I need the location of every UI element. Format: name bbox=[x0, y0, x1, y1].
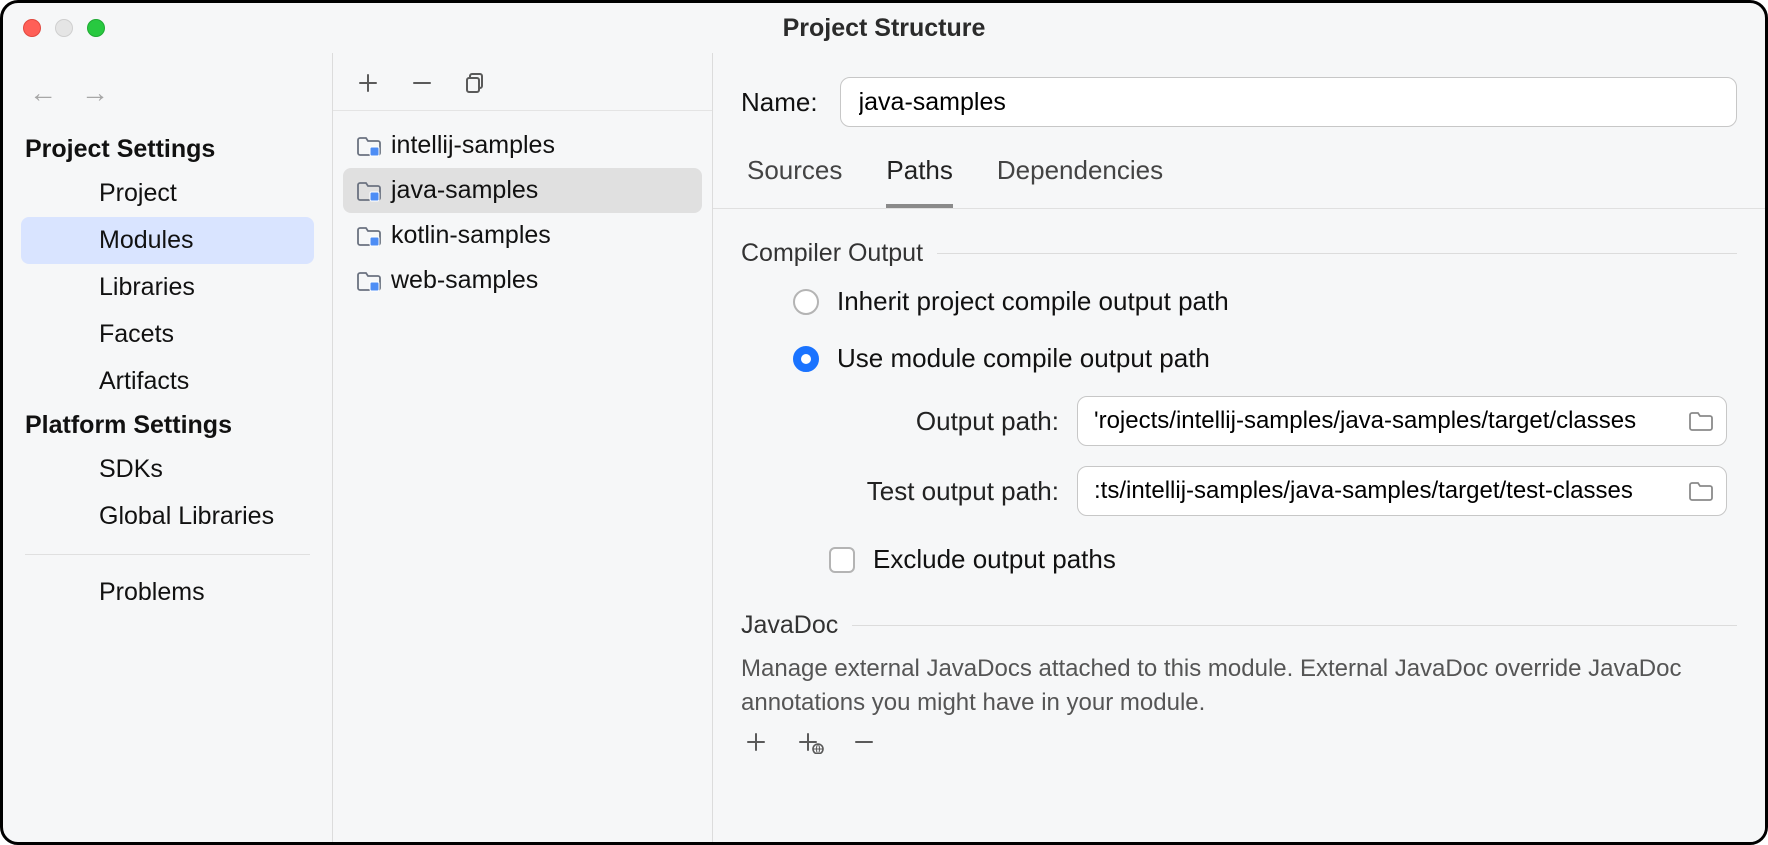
sidebar-item-sdks[interactable]: SDKs bbox=[21, 446, 314, 493]
module-folder-icon bbox=[357, 180, 381, 202]
titlebar: Project Structure bbox=[3, 3, 1765, 53]
window-controls bbox=[23, 19, 105, 37]
divider bbox=[937, 253, 1737, 254]
project-structure-window: Project Structure ← → Project Settings P… bbox=[0, 0, 1768, 845]
use-module-radio-row[interactable]: Use module compile output path bbox=[741, 325, 1737, 382]
module-item-label: kotlin-samples bbox=[391, 221, 551, 250]
remove-module-button[interactable] bbox=[407, 68, 437, 98]
sidebar-item-global-libraries[interactable]: Global Libraries bbox=[21, 493, 314, 540]
javadoc-description: Manage external JavaDocs attached to thi… bbox=[713, 640, 1765, 719]
checkbox-unchecked-icon bbox=[829, 547, 855, 573]
add-module-button[interactable] bbox=[353, 68, 383, 98]
javadoc-toolbar bbox=[713, 719, 1765, 757]
platform-settings-header: Platform Settings bbox=[3, 405, 332, 446]
exclude-checkbox-label: Exclude output paths bbox=[873, 544, 1116, 575]
javadoc-group: JavaDoc bbox=[741, 611, 1737, 640]
sidebar-item-facets[interactable]: Facets bbox=[21, 311, 314, 358]
exclude-checkbox-row[interactable]: Exclude output paths bbox=[741, 522, 1737, 581]
output-path-input-wrap bbox=[1077, 396, 1727, 446]
sidebar-item-modules[interactable]: Modules bbox=[21, 217, 314, 264]
sidebar-item-artifacts[interactable]: Artifacts bbox=[21, 358, 314, 405]
back-arrow-icon[interactable]: ← bbox=[29, 79, 57, 107]
modules-toolbar bbox=[333, 53, 712, 111]
nav-history: ← → bbox=[3, 61, 332, 129]
use-module-radio-label: Use module compile output path bbox=[837, 343, 1210, 374]
compiler-output-title: Compiler Output bbox=[741, 239, 937, 268]
sidebar-item-problems[interactable]: Problems bbox=[21, 569, 314, 616]
radio-unchecked-icon bbox=[793, 289, 819, 315]
modules-list: intellij-samples java-samples kotlin-sam… bbox=[333, 111, 712, 842]
module-item-label: intellij-samples bbox=[391, 131, 555, 160]
forward-arrow-icon[interactable]: → bbox=[81, 79, 109, 107]
settings-sidebar: ← → Project Settings Project Modules Lib… bbox=[3, 53, 333, 842]
compiler-output-group: Compiler Output Inherit project compile … bbox=[741, 239, 1737, 581]
test-output-path-label: Test output path: bbox=[829, 476, 1059, 507]
radio-checked-icon bbox=[793, 346, 819, 372]
minimize-window-button[interactable] bbox=[55, 19, 73, 37]
dialog-body: ← → Project Settings Project Modules Lib… bbox=[3, 53, 1765, 842]
module-item-intellij-samples[interactable]: intellij-samples bbox=[343, 123, 702, 168]
module-folder-icon bbox=[357, 135, 381, 157]
javadoc-title: JavaDoc bbox=[741, 611, 852, 640]
inherit-radio-label: Inherit project compile output path bbox=[837, 286, 1229, 317]
module-detail-panel: Name: Sources Paths Dependencies Compile… bbox=[713, 53, 1765, 842]
module-item-web-samples[interactable]: web-samples bbox=[343, 258, 702, 303]
copy-module-button[interactable] bbox=[461, 68, 491, 98]
add-javadoc-url-button[interactable] bbox=[795, 727, 825, 757]
test-output-path-row: Test output path: bbox=[741, 452, 1737, 522]
window-title: Project Structure bbox=[3, 14, 1765, 43]
module-name-input[interactable] bbox=[840, 77, 1737, 127]
tab-sources[interactable]: Sources bbox=[747, 155, 842, 208]
module-item-java-samples[interactable]: java-samples bbox=[343, 168, 702, 213]
output-path-label: Output path: bbox=[829, 406, 1059, 437]
module-item-kotlin-samples[interactable]: kotlin-samples bbox=[343, 213, 702, 258]
output-path-input[interactable] bbox=[1094, 407, 1688, 435]
remove-javadoc-button[interactable] bbox=[849, 727, 879, 757]
module-item-label: java-samples bbox=[391, 176, 538, 205]
divider bbox=[25, 554, 310, 555]
sidebar-item-libraries[interactable]: Libraries bbox=[21, 264, 314, 311]
name-row: Name: bbox=[713, 53, 1765, 137]
add-javadoc-button[interactable] bbox=[741, 727, 771, 757]
module-item-label: web-samples bbox=[391, 266, 538, 295]
tab-dependencies[interactable]: Dependencies bbox=[997, 155, 1163, 208]
sidebar-item-project[interactable]: Project bbox=[21, 170, 314, 217]
output-path-row: Output path: bbox=[741, 382, 1737, 452]
inherit-radio-row[interactable]: Inherit project compile output path bbox=[741, 268, 1737, 325]
test-output-path-input[interactable] bbox=[1094, 477, 1688, 505]
tab-paths[interactable]: Paths bbox=[886, 155, 953, 208]
name-label: Name: bbox=[741, 87, 818, 118]
module-tabs: Sources Paths Dependencies bbox=[713, 137, 1765, 209]
divider bbox=[852, 625, 1737, 626]
modules-column: intellij-samples java-samples kotlin-sam… bbox=[333, 53, 713, 842]
zoom-window-button[interactable] bbox=[87, 19, 105, 37]
browse-folder-icon[interactable] bbox=[1688, 410, 1714, 432]
test-output-path-input-wrap bbox=[1077, 466, 1727, 516]
close-window-button[interactable] bbox=[23, 19, 41, 37]
project-settings-header: Project Settings bbox=[3, 129, 332, 170]
module-folder-icon bbox=[357, 225, 381, 247]
module-folder-icon bbox=[357, 270, 381, 292]
browse-folder-icon[interactable] bbox=[1688, 480, 1714, 502]
